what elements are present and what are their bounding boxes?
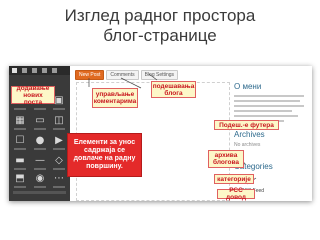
tab-comments[interactable]: Comments bbox=[106, 70, 139, 80]
tool-slideshow[interactable]: ▭ bbox=[31, 114, 49, 131]
about-text-line bbox=[234, 110, 292, 112]
archives-heading: Archives bbox=[234, 130, 265, 139]
tab-blog-settings[interactable]: Blog Settings bbox=[140, 70, 179, 80]
callout-manage-comments: управљање коментарима bbox=[92, 88, 138, 108]
blog-tabs: New Post Comments Blog Settings bbox=[75, 70, 179, 80]
divider-tool-icon: — bbox=[35, 154, 45, 166]
callout-categories: категорије bbox=[214, 174, 254, 184]
map-tool-icon: ◫ bbox=[54, 114, 64, 126]
upload-tool-icon: ⬒ bbox=[15, 172, 25, 184]
tool-upload[interactable]: ⬒ bbox=[11, 172, 29, 189]
tool-contact[interactable]: ☐ bbox=[11, 134, 29, 151]
archives-note: No archives bbox=[234, 142, 261, 148]
about-text-line bbox=[234, 100, 300, 102]
layout-icon[interactable] bbox=[22, 68, 27, 73]
tab-new-post[interactable]: New Post bbox=[75, 70, 105, 80]
editor-topbar bbox=[9, 66, 70, 75]
settings-icon[interactable] bbox=[52, 68, 57, 73]
about-text-line bbox=[234, 115, 298, 117]
tool-button[interactable]: ▬ bbox=[11, 154, 29, 171]
drag-hint-bar bbox=[13, 191, 66, 194]
callout-archive: архива блогова bbox=[208, 150, 244, 168]
tool-embed[interactable]: ◇ bbox=[50, 154, 68, 171]
more-tool-icon: ⋯ bbox=[54, 172, 64, 184]
callout-rss: РСС довод bbox=[217, 187, 255, 201]
button-tool-icon: ▬ bbox=[15, 154, 25, 166]
page-icon[interactable] bbox=[32, 68, 37, 73]
tool-divider[interactable]: — bbox=[31, 154, 49, 171]
gallery-tool-icon: ▦ bbox=[15, 114, 25, 126]
video-tool-icon: ▶ bbox=[55, 134, 63, 146]
tool-more[interactable]: ⋯ bbox=[50, 172, 68, 189]
contact-tool-icon: ☐ bbox=[15, 134, 25, 146]
tool-search[interactable]: ◉ bbox=[31, 172, 49, 189]
tool-video[interactable]: ▶ bbox=[50, 134, 68, 151]
slide-title-line2: блог-странице bbox=[103, 26, 217, 45]
embed-tool-icon: ◇ bbox=[55, 154, 63, 166]
about-heading: О мени bbox=[234, 82, 262, 91]
slideshow-tool-icon: ▭ bbox=[35, 114, 45, 126]
callout-add-post: додавање нових поста bbox=[11, 85, 55, 106]
about-text-line bbox=[234, 95, 304, 97]
slide-title: Изглед радног простора блог-странице bbox=[0, 6, 320, 46]
social-tool-icon: ● bbox=[35, 134, 45, 146]
workspace-screenshot: T ≡ ▣ ▦ ▭ ◫ ☐ ● ▶ ▬ — bbox=[9, 66, 312, 201]
menu-icon[interactable] bbox=[12, 68, 17, 73]
tool-map[interactable]: ◫ bbox=[50, 114, 68, 131]
search-tool-icon: ◉ bbox=[35, 172, 45, 184]
tool-social[interactable]: ● bbox=[31, 134, 49, 151]
image-tool-icon: ▣ bbox=[54, 94, 64, 106]
store-icon[interactable] bbox=[42, 68, 47, 73]
slide-title-line1: Изглед радног простора bbox=[64, 6, 256, 25]
callout-elements: Елементи за унос садржаја се довлаче на … bbox=[67, 133, 142, 177]
callout-blog-settings: подешавања блога bbox=[151, 81, 196, 98]
tool-gallery[interactable]: ▦ bbox=[11, 114, 29, 131]
about-text-line bbox=[234, 105, 304, 107]
callout-footer-settings: Подеш.-е футера bbox=[214, 120, 279, 130]
